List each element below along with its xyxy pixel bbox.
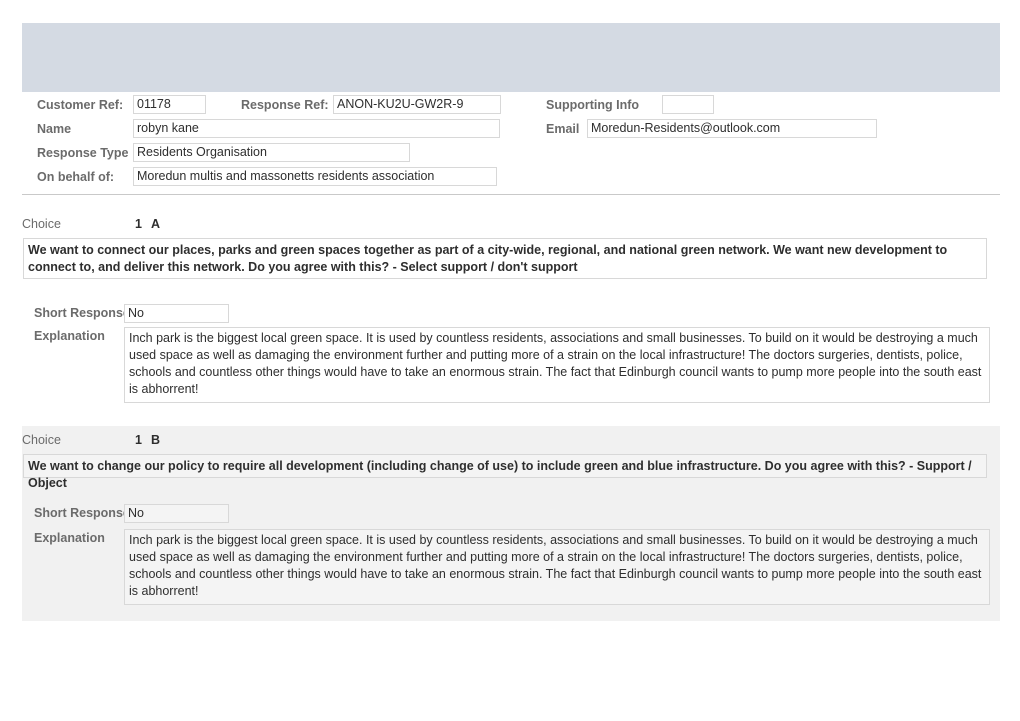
choice-section-b: Choice 1 B We want to change our policy … bbox=[22, 426, 1000, 621]
respondent-details-block: Customer Ref: 01178 Response Ref: ANON-K… bbox=[22, 92, 1000, 194]
consultation-response-page: Customer Ref: 01178 Response Ref: ANON-K… bbox=[0, 0, 1020, 721]
short-response-label-b: Short Response bbox=[34, 506, 130, 520]
on-behalf-of-field[interactable]: Moredun multis and massonetts residents … bbox=[133, 167, 497, 186]
short-response-field-a[interactable]: No bbox=[124, 304, 229, 323]
explanation-label-a: Explanation bbox=[34, 329, 105, 343]
customer-ref-label: Customer Ref: bbox=[37, 98, 124, 112]
short-response-field-b[interactable]: No bbox=[124, 504, 229, 523]
choice-number-a: 1 bbox=[135, 217, 142, 231]
name-label: Name bbox=[37, 122, 72, 136]
email-field[interactable]: Moredun-Residents@outlook.com bbox=[587, 119, 877, 138]
choice-section-a: Choice 1 A We want to connect our places… bbox=[22, 208, 1000, 408]
choice-letter-a: A bbox=[151, 217, 161, 231]
header-divider bbox=[22, 194, 1000, 195]
choice-label-b: Choice bbox=[22, 433, 61, 447]
response-ref-field[interactable]: ANON-KU2U-GW2R-9 bbox=[333, 95, 501, 114]
name-field[interactable]: robyn kane bbox=[133, 119, 500, 138]
explanation-label-b: Explanation bbox=[34, 531, 105, 545]
response-type-field[interactable]: Residents Organisation bbox=[133, 143, 410, 162]
question-text-a: We want to connect our places, parks and… bbox=[23, 238, 987, 279]
email-label: Email bbox=[546, 122, 580, 136]
response-type-label: Response Type bbox=[37, 146, 129, 160]
header-banner bbox=[22, 23, 1000, 92]
response-ref-label: Response Ref: bbox=[241, 98, 329, 112]
short-response-label-a: Short Response bbox=[34, 306, 130, 320]
customer-ref-field[interactable]: 01178 bbox=[133, 95, 206, 114]
supporting-info-field[interactable] bbox=[662, 95, 714, 114]
choice-letter-b: B bbox=[151, 433, 161, 447]
question-text-b: We want to change our policy to require … bbox=[23, 454, 987, 490]
choice-label-a: Choice bbox=[22, 217, 61, 231]
explanation-field-b[interactable]: Inch park is the biggest local green spa… bbox=[124, 529, 990, 605]
explanation-field-a[interactable]: Inch park is the biggest local green spa… bbox=[124, 327, 990, 403]
supporting-info-label: Supporting Info bbox=[546, 98, 640, 112]
choice-number-b: 1 bbox=[135, 433, 142, 447]
on-behalf-of-label: On behalf of: bbox=[37, 170, 115, 184]
